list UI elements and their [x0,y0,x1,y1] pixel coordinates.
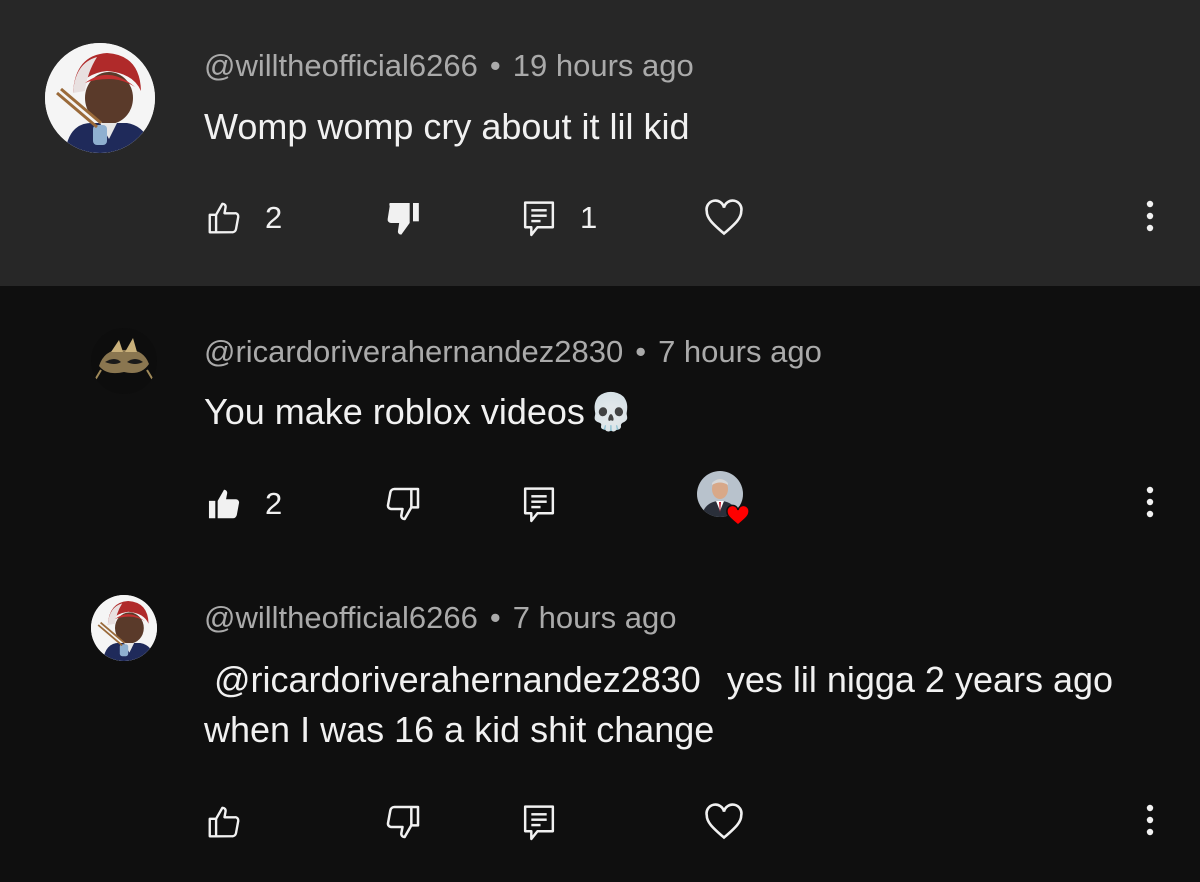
reply-button[interactable]: 1 [520,188,597,248]
more-options-button[interactable] [1136,474,1164,534]
more-vertical-icon [1146,486,1154,518]
timestamp[interactable]: 7 hours ago [658,334,822,369]
like-count: 2 [265,486,283,521]
reply-button[interactable] [520,474,558,534]
thumbs-down-icon [386,805,420,839]
dislike-button[interactable] [383,188,423,248]
comment-actions: 2 1 [0,188,1200,248]
anime-character-avatar-icon [91,595,157,661]
timestamp[interactable]: 19 hours ago [513,48,694,83]
comment-actions: 2 [0,471,1200,534]
separator-dot: • [489,48,501,83]
comment-actions [0,792,1200,852]
avatar[interactable] [91,595,157,661]
dislike-button[interactable] [383,792,423,852]
author-name[interactable]: @willtheofficial6266 [204,600,478,635]
thumbs-down-icon [386,487,420,521]
thumbs-up-icon [208,202,240,234]
more-vertical-icon [1146,200,1154,232]
heart-icon [705,803,743,840]
avatar[interactable] [91,328,157,394]
comment-body: You make roblox videos [204,391,585,432]
heart-button[interactable] [703,188,745,248]
comment: @willtheofficial6266 • 7 hours ago @ricard… [0,576,1200,882]
more-vertical-icon [1146,804,1154,836]
dislike-button[interactable] [383,474,423,534]
like-button[interactable] [205,792,243,852]
reply-icon [523,805,555,841]
thumbs-up-icon [208,806,240,838]
comment-highlighted: @willtheofficial6266 • 19 hours ago Womp w… [0,0,1200,286]
more-options-button[interactable] [1136,792,1164,852]
avatar[interactable] [45,43,155,153]
creator-heart-badge[interactable] [697,468,755,534]
like-button[interactable]: 2 [205,474,282,534]
skull-emoji: 💀 [588,391,634,432]
author-name[interactable]: @willtheofficial6266 [204,48,478,83]
reply-button[interactable] [520,792,558,852]
reply-icon [523,487,555,523]
thumbs-up-filled-icon [208,489,240,519]
heart-button[interactable] [703,792,745,852]
separator-dot: • [635,334,647,369]
reply-count: 1 [580,200,598,235]
separator-dot: • [489,600,501,635]
mask-avatar-icon [91,328,157,394]
reply-icon [523,201,555,237]
thumbs-down-filled-icon [387,203,419,235]
comment-meta: @willtheofficial6266 • 19 hours ago [204,48,694,84]
comment: @ricardoriverahernandez2830 • 7 hours ago … [0,286,1200,576]
comment-text: Womp womp cry about it lil kid [204,106,690,147]
creator-heart-icon [697,471,750,526]
more-options-button[interactable] [1136,188,1164,248]
timestamp[interactable]: 7 hours ago [513,600,677,635]
like-button[interactable]: 2 [205,188,282,248]
comment-text: You make roblox videos 💀 [204,387,634,437]
comment-meta: @ricardoriverahernandez2830 • 7 hours ago [204,334,822,370]
comment-meta: @willtheofficial6266 • 7 hours ago [204,600,676,636]
like-count: 2 [265,200,283,235]
heart-icon [705,199,743,236]
mention-link[interactable]: @ricardoriverahernandez2830 [214,659,701,700]
author-name[interactable]: @ricardoriverahernandez2830 [204,334,623,369]
comment-text: @ricardoriverahernandez2830 yes lil nigga… [204,655,1164,755]
anime-character-avatar-icon [45,43,155,153]
